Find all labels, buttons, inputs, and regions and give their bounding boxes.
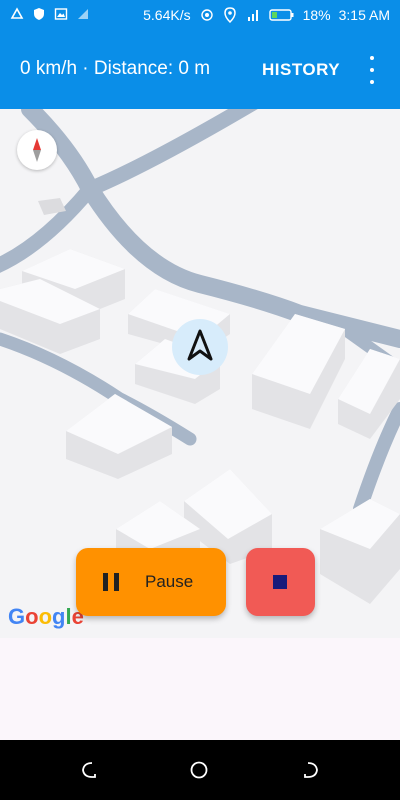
- app-bar: 0 km/h · Distance: 0 m HISTORY: [0, 32, 400, 109]
- clock: 3:15 AM: [338, 7, 390, 23]
- signal-icon: [78, 9, 88, 19]
- stop-button[interactable]: [246, 548, 315, 616]
- compass-icon[interactable]: [17, 130, 57, 170]
- home-icon[interactable]: [190, 761, 208, 779]
- network-speed: 5.64K/s: [143, 7, 191, 23]
- triangle-icon: [10, 7, 24, 19]
- navigation-arrow-icon: [172, 319, 228, 375]
- battery-percentage: 18%: [302, 7, 331, 23]
- pause-button[interactable]: Pause: [76, 548, 226, 616]
- hotspot-icon: [200, 9, 213, 21]
- pause-label: Pause: [145, 572, 194, 591]
- battery-icon: [268, 9, 294, 21]
- status-bar-left-icons: [10, 7, 90, 21]
- speed-distance-readout: 0 km/h · Distance: 0 m: [20, 58, 211, 79]
- history-button[interactable]: HISTORY: [262, 60, 340, 80]
- status-bar-right: 5.64K/s 18% 3:15 AM: [143, 7, 390, 23]
- back-icon[interactable]: [80, 761, 98, 779]
- shield-icon: [34, 8, 44, 20]
- system-nav-bar: [0, 740, 400, 800]
- pause-icon: [103, 573, 119, 591]
- status-bar: 5.64K/s 18% 3:15 AM: [0, 0, 400, 32]
- cell-signal-icon: [247, 10, 258, 21]
- google-logo: Google: [8, 604, 84, 629]
- stop-icon: [273, 575, 287, 589]
- location-icon: [223, 7, 236, 23]
- image-icon: [54, 8, 68, 20]
- more-vert-icon[interactable]: [364, 56, 380, 84]
- recent-apps-icon[interactable]: [302, 761, 320, 779]
